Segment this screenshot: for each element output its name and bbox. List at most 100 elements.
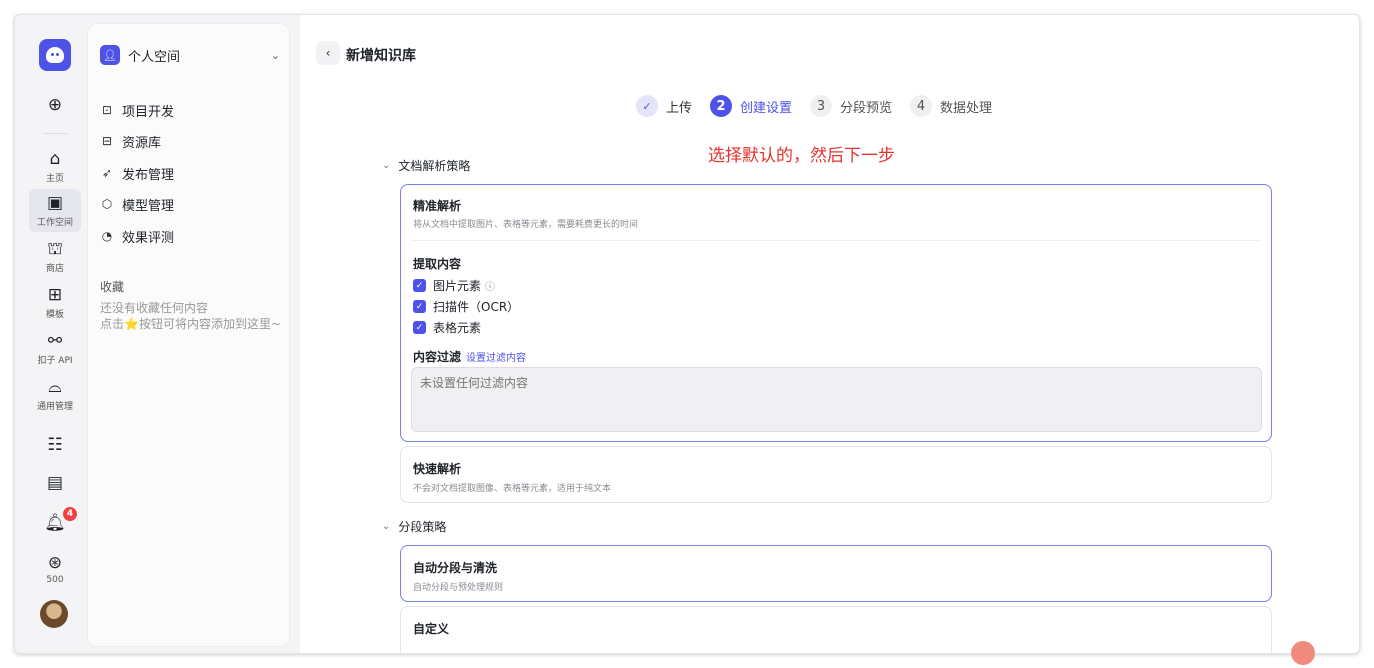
step-number: 2 <box>710 95 733 117</box>
terminal-icon: ▣ <box>46 193 64 213</box>
apps-grid-icon: ☷ <box>47 435 63 455</box>
rail-item-label: 模板 <box>45 310 64 320</box>
inbox-icon: ⌓ <box>48 377 62 397</box>
card-desc: 自动分段与预处理规则 <box>413 583 504 593</box>
workspace-switcher[interactable]: 👤︎ 个人空间 ⌄ <box>100 38 280 72</box>
avatar[interactable] <box>40 600 68 628</box>
step-number: 4 <box>910 95 933 117</box>
rail-item-home[interactable]: ⌂ 主页 <box>29 149 81 184</box>
sidebar-item-evaluation[interactable]: ◔ 效果评测 <box>100 224 174 248</box>
card-title: 精准解析 <box>413 199 462 213</box>
sidebar-item-label: 资源库 <box>122 135 162 151</box>
workspace-name: 个人空间 <box>128 49 181 65</box>
sidebar-item-label: 发布管理 <box>122 167 175 183</box>
section-title: 文档解析策略 <box>398 159 471 173</box>
set-filter-link[interactable]: 设置过滤内容 <box>466 349 526 364</box>
gauge-icon: ◔ <box>101 229 113 243</box>
segment-section-header[interactable]: ⌄ 分段策略 <box>382 518 446 535</box>
stepper: ✓ 上传 2 创建设置 3 分段预览 4 数据处理 <box>636 93 1010 119</box>
precise-parse-card[interactable]: 精准解析 将从文档中提取图片、表格等元素，需要耗费更长的时间 提取内容 ✓ 图片… <box>400 184 1272 442</box>
extract-title: 提取内容 <box>413 257 462 271</box>
step-upload[interactable]: ✓ 上传 <box>636 95 692 117</box>
points-button[interactable]: ⊛ 500 <box>29 553 81 585</box>
card-title: 自动分段与清洗 <box>413 561 498 575</box>
workspace-sidebar: 👤︎ 个人空间 ⌄ ⊡ 项目开发 ⊟ 资源库 ➶ 发布管理 ⬡ 模型管理 ◔ 效… <box>87 23 290 647</box>
favorites-empty-line2: 点击⭐按钮可将内容添加到这里~ <box>100 317 281 331</box>
section-title: 分段策略 <box>398 520 447 534</box>
home-icon: ⌂ <box>49 149 61 169</box>
sidebar-item-label: 项目开发 <box>122 104 175 120</box>
rail-divider <box>43 133 67 134</box>
template-icon: ⊞ <box>47 285 63 305</box>
filter-title: 内容过滤 <box>413 350 462 364</box>
card-title: 自定义 <box>413 622 450 636</box>
divider <box>411 240 1261 241</box>
fast-parse-card[interactable]: 快速解析 不会对文档提取图像、表格等元素，适用于纯文本 <box>400 446 1272 503</box>
parse-section-header[interactable]: ⌄ 文档解析策略 <box>382 157 470 174</box>
favorites-title: 收藏 <box>100 280 125 294</box>
rail-item-store[interactable]: ⛫ 商店 <box>29 239 81 274</box>
step-number: 3 <box>810 95 833 117</box>
favorites-empty-line1: 还没有收藏任何内容 <box>100 301 209 315</box>
sidebar-item-library[interactable]: ⊟ 资源库 <box>100 129 161 153</box>
step-settings[interactable]: 2 创建设置 <box>710 95 792 117</box>
info-icon[interactable]: ⓘ <box>485 278 495 293</box>
apps-button[interactable]: ☷ <box>29 435 81 455</box>
step-label: 创建设置 <box>740 100 793 116</box>
create-button[interactable]: ⊕ <box>29 95 81 115</box>
main-content: ‹ 新增知识库 ✓ 上传 2 创建设置 3 分段预览 4 数据处理 选择默认的，… <box>300 15 1359 653</box>
logo-face-icon <box>46 47 64 63</box>
annotation-text: 选择默认的，然后下一步 <box>708 146 895 166</box>
filter-textarea[interactable] <box>411 367 1262 432</box>
points-label: 500 <box>46 575 64 585</box>
back-button[interactable]: ‹ <box>316 41 340 65</box>
user-icon: 👤︎ <box>100 45 120 65</box>
checkbox-image[interactable]: ✓ 图片元素 ⓘ <box>413 277 495 294</box>
checkbox-label: 表格元素 <box>433 321 482 335</box>
chevron-left-icon: ‹ <box>325 46 331 60</box>
sidebar-item-label: 效果评测 <box>122 230 175 246</box>
chevron-down-icon: ⌄ <box>270 48 280 62</box>
step-label: 数据处理 <box>940 100 993 116</box>
rail-item-label: 工作空间 <box>36 218 73 228</box>
sidebar-item-publish[interactable]: ➶ 发布管理 <box>100 161 174 185</box>
step-label: 分段预览 <box>840 100 893 116</box>
cube-icon: ⬡ <box>101 197 113 211</box>
icon-rail: ⊕ ⌂ 主页 ▣ 工作空间 ⛫ 商店 ⊞ 模板 ⚯ 扣子 API ⌓ 通用管理 … <box>15 15 87 653</box>
rail-item-label: 商店 <box>45 264 64 274</box>
step-preview: 3 分段预览 <box>810 95 892 117</box>
rail-item-workspace[interactable]: ▣ 工作空间 <box>29 189 81 232</box>
rocket-icon: ➶ <box>101 166 113 180</box>
rail-item-label: 通用管理 <box>36 402 73 412</box>
custom-segment-card[interactable]: 自定义 <box>400 606 1272 653</box>
page-title: 新增知识库 <box>346 48 416 64</box>
docs-button[interactable]: ▤ <box>29 473 81 493</box>
checkbox-ocr[interactable]: ✓ 扫描件（OCR） <box>413 298 519 315</box>
checkbox-checked-icon: ✓ <box>413 300 426 313</box>
notification-badge: 4 <box>63 507 77 521</box>
check-icon: ✓ <box>636 95 658 117</box>
auto-segment-card[interactable]: 自动分段与清洗 自动分段与预处理规则 <box>400 545 1272 602</box>
checkbox-label: 扫描件（OCR） <box>433 300 520 314</box>
link-icon: ⚯ <box>47 331 63 351</box>
sidebar-item-projects[interactable]: ⊡ 项目开发 <box>100 98 174 122</box>
chevron-down-icon: ⌄ <box>382 160 391 171</box>
card-desc: 不会对文档提取图像、表格等元素，适用于纯文本 <box>413 484 612 494</box>
app-logo[interactable] <box>39 39 71 71</box>
sidebar-item-label: 模型管理 <box>122 198 175 214</box>
card-desc: 将从文档中提取图片、表格等元素，需要耗费更长的时间 <box>413 220 639 230</box>
step-label: 上传 <box>666 100 693 116</box>
notifications-button[interactable]: 🔔︎ 4 <box>29 507 81 533</box>
document-icon: ▤ <box>46 473 64 493</box>
checkbox-table[interactable]: ✓ 表格元素 <box>413 319 481 336</box>
rail-item-general[interactable]: ⌓ 通用管理 <box>29 377 81 412</box>
content-filter-label: 内容过滤 设置过滤内容 <box>413 348 526 365</box>
checkbox-checked-icon: ✓ <box>413 321 426 334</box>
sidebar-item-models[interactable]: ⬡ 模型管理 <box>100 192 174 216</box>
store-icon: ⛫ <box>47 239 63 259</box>
checkbox-label: 图片元素 <box>433 279 482 293</box>
rail-item-api[interactable]: ⚯ 扣子 API <box>29 331 81 366</box>
assistant-float-button[interactable] <box>1291 641 1315 665</box>
rail-item-template[interactable]: ⊞ 模板 <box>29 285 81 320</box>
rail-item-label: 主页 <box>45 174 64 184</box>
